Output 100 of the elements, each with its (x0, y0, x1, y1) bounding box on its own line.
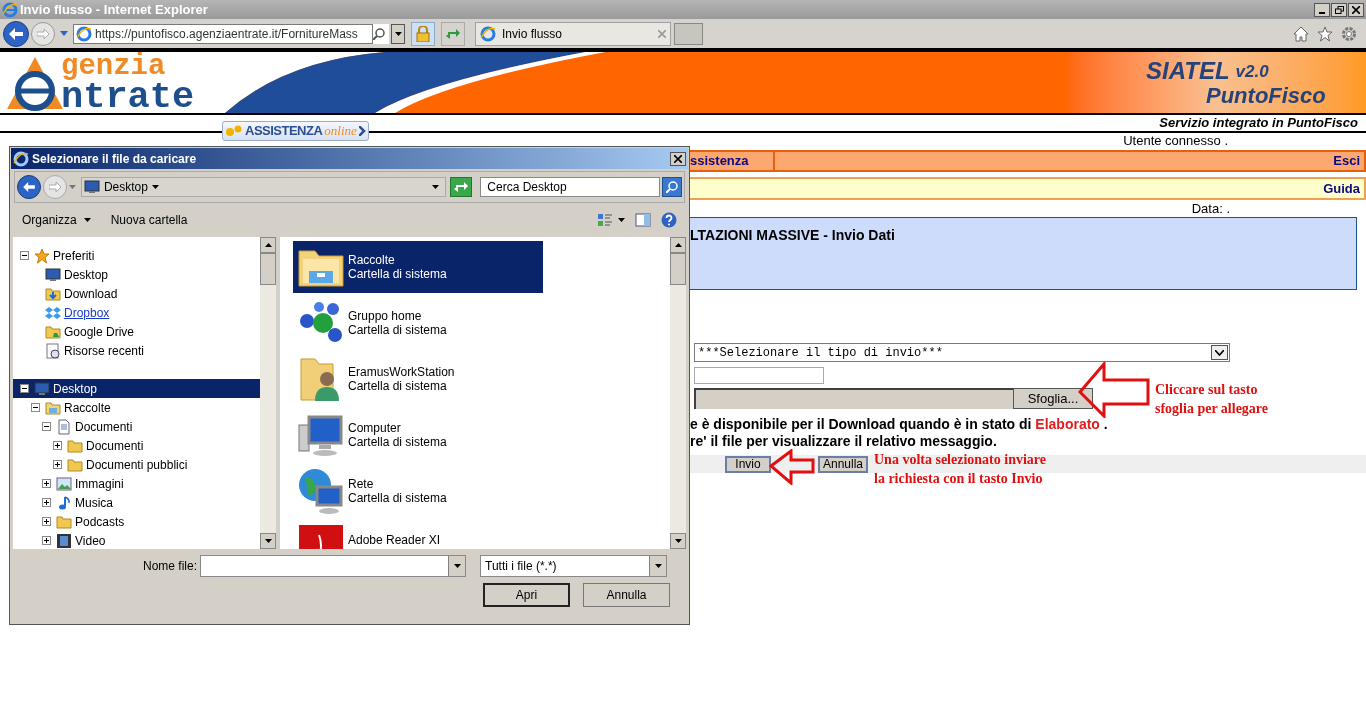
expand-icon[interactable] (53, 441, 62, 450)
monitor-icon (45, 266, 61, 283)
dialog-button[interactable]: Apri (483, 583, 570, 607)
caret-icon (453, 564, 461, 568)
close-icon (658, 29, 666, 38)
file-item[interactable]: Adobe Reader XI (293, 521, 543, 549)
panel-title: LTAZIONI MASSIVE - Invio Dati (690, 227, 895, 243)
preview-pane-button[interactable] (635, 212, 651, 228)
scroll-down-button[interactable] (670, 533, 686, 549)
tree-item[interactable]: Documenti (13, 417, 260, 436)
restore-button[interactable] (1331, 2, 1347, 17)
address-field[interactable]: https://puntofisco.agenziaentrate.it/FornitureMass (73, 23, 373, 44)
folder-icon (56, 513, 72, 530)
file-name: Computer (348, 421, 402, 435)
browse-button[interactable]: Sfoglia... (1013, 388, 1093, 409)
lock-icon (416, 25, 430, 42)
scroll-thumb[interactable] (260, 253, 276, 285)
close-button[interactable] (1348, 2, 1364, 17)
tree-item[interactable]: Video (13, 531, 260, 549)
expand-icon[interactable] (42, 517, 51, 526)
search-button[interactable] (662, 177, 682, 197)
file-type-select[interactable]: Tutti i file (*.*) (480, 555, 668, 577)
file-path-field[interactable] (694, 388, 1013, 409)
scroll-up-button[interactable] (260, 237, 276, 253)
help-button[interactable] (661, 212, 677, 228)
file-item[interactable]: Rete Cartella di sistema (293, 465, 543, 517)
dialog-title: Selezionare il file da caricare (32, 150, 197, 168)
restore-icon (1334, 5, 1344, 14)
dropdown-button[interactable] (448, 556, 466, 576)
refresh-button[interactable] (450, 177, 473, 197)
star-icon (1317, 25, 1333, 42)
arrow-left-icon (9, 27, 23, 40)
arrow-left-icon (23, 182, 35, 192)
tree-item[interactable]: Immagini (13, 474, 260, 493)
logo-text: ntrate (61, 80, 195, 113)
window-title: Invio flusso - Internet Explorer (20, 0, 208, 19)
dropdown-button[interactable] (391, 23, 405, 44)
tree-item[interactable]: Desktop (13, 265, 260, 284)
expand-icon[interactable] (42, 498, 51, 507)
file-name: Adobe Reader XI (348, 533, 441, 547)
tree-item[interactable]: Desktop (13, 379, 260, 398)
file-item[interactable]: EramusWorkStation Cartella di sistema (293, 353, 543, 405)
expand-icon[interactable] (53, 460, 62, 469)
back-button[interactable] (17, 175, 41, 199)
tree-item[interactable]: Raccolte (13, 398, 260, 417)
scroll-down-button[interactable] (260, 533, 276, 549)
search-icon[interactable] (373, 23, 389, 44)
exit-link[interactable]: Esci (1333, 151, 1364, 171)
tree-item[interactable]: Documenti pubblici (13, 455, 260, 474)
file-name-field[interactable] (200, 555, 467, 577)
product-version: v2.0 (1235, 60, 1269, 83)
send-button[interactable]: Invio (725, 455, 771, 473)
collapse-icon[interactable] (20, 384, 29, 393)
tree-item[interactable]: Documenti (13, 436, 260, 455)
toolbar-button[interactable]: Organizza (22, 211, 91, 229)
location-field[interactable]: Desktop (80, 177, 447, 197)
file-item[interactable]: Raccolte Cartella di sistema (293, 241, 543, 293)
chevron-icon (359, 126, 366, 136)
close-icon (1352, 5, 1360, 14)
close-button[interactable] (670, 151, 686, 166)
search-field[interactable]: Cerca Desktop (480, 177, 661, 197)
send-type-select[interactable]: ***Selezionare il tipo di invio*** (694, 343, 1230, 362)
browser-tab[interactable]: Invio flusso (475, 21, 671, 46)
star-icon (34, 247, 50, 264)
view-button[interactable] (597, 212, 625, 228)
tree-item[interactable]: Preferiti (13, 246, 260, 265)
arrow-up-icon (264, 243, 272, 247)
settings-icon (1341, 25, 1357, 42)
user-status: Utente connesso . (1123, 131, 1228, 150)
toolbar-button[interactable]: Nuova cartella (110, 211, 188, 229)
home-icon (1293, 25, 1309, 42)
file-item[interactable]: Gruppo home Cartella di sistema (293, 297, 543, 349)
cancel-button[interactable]: Annulla (818, 455, 868, 473)
tree-item[interactable]: Risorse recenti (13, 341, 260, 360)
tree-item[interactable]: Download (13, 284, 260, 303)
expand-icon[interactable] (42, 536, 51, 545)
tree-item[interactable]: Podcasts (13, 512, 260, 531)
help-link[interactable]: Guida (1323, 178, 1360, 199)
input-field[interactable] (694, 367, 824, 384)
tree-item[interactable]: Google Drive (13, 322, 260, 341)
assistance-link[interactable]: ASSISTENZAonline (222, 121, 369, 141)
dropdown-button[interactable] (649, 556, 667, 576)
scroll-thumb[interactable] (670, 253, 686, 285)
logo-text: genzia (61, 52, 167, 81)
file-name: Raccolte (348, 253, 396, 267)
document-icon (56, 418, 72, 435)
collapse-icon[interactable] (31, 403, 40, 412)
dialog-button[interactable]: Annulla (583, 583, 670, 607)
collapse-icon[interactable] (42, 422, 51, 431)
expand-icon[interactable] (42, 479, 51, 488)
arrow-up-icon (674, 243, 682, 247)
arrow-drawing (1078, 362, 1150, 418)
collapse-icon[interactable] (20, 251, 29, 260)
tree-item[interactable]: Dropbox (13, 303, 260, 322)
scroll-up-button[interactable] (670, 237, 686, 253)
browser-icon (13, 150, 29, 167)
minimize-button[interactable] (1314, 2, 1330, 17)
back-button[interactable] (3, 20, 29, 47)
tree-item[interactable]: Musica (13, 493, 260, 512)
file-item[interactable]: Computer Cartella di sistema (293, 409, 543, 461)
